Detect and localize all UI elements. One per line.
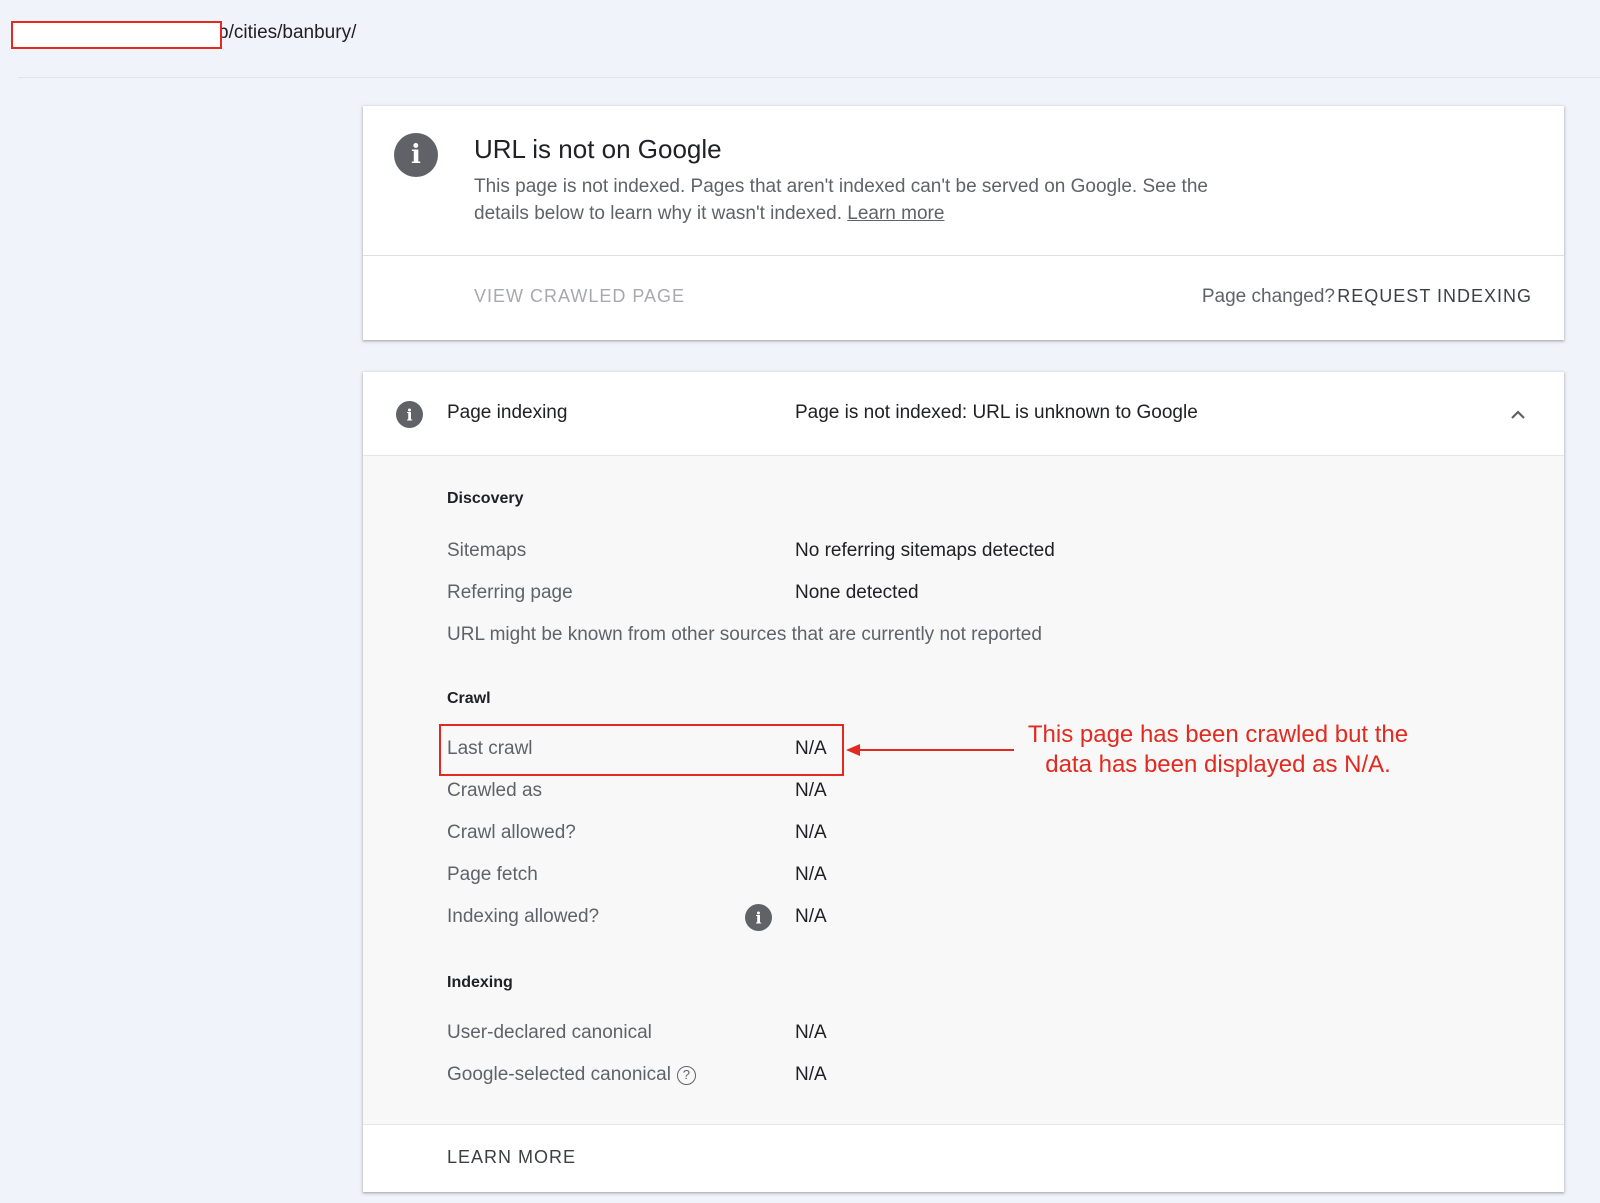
status-description-text: This page is not indexed. Pages that are… bbox=[474, 176, 1208, 224]
indexing-section-title: Indexing bbox=[447, 974, 513, 991]
page-indexing-header[interactable]: i Page indexing Page is not indexed: URL… bbox=[363, 372, 1564, 456]
url-status-card: i URL is not on Google This page is not … bbox=[363, 106, 1564, 340]
url-divider bbox=[18, 77, 1600, 78]
indexing-allowed-info-icon[interactable]: i bbox=[745, 904, 772, 931]
inspected-url: b/cities/banbury/ bbox=[218, 22, 357, 43]
discovery-note: URL might be known from other sources th… bbox=[447, 624, 1042, 645]
referring-page-value: None detected bbox=[795, 582, 919, 603]
url-redaction-box bbox=[11, 21, 222, 49]
info-icon: i bbox=[394, 133, 438, 177]
annotation-arrow bbox=[846, 744, 1014, 756]
status-summary: i URL is not on Google This page is not … bbox=[363, 106, 1564, 255]
discovery-section-title: Discovery bbox=[447, 490, 524, 507]
google-selected-canonical-text: Google-selected canonical bbox=[447, 1064, 671, 1085]
page-fetch-value: N/A bbox=[795, 864, 827, 885]
user-declared-canonical-value: N/A bbox=[795, 1022, 827, 1043]
status-actions: VIEW CRAWLED PAGE Page changed? REQUEST … bbox=[363, 256, 1564, 340]
status-description: This page is not indexed. Pages that are… bbox=[474, 173, 1254, 227]
annotation-highlight-box bbox=[439, 724, 844, 776]
request-indexing-button[interactable]: REQUEST INDEXING bbox=[1337, 286, 1532, 307]
page-indexing-footer: LEARN MORE bbox=[363, 1124, 1564, 1192]
page-indexing-label: Page indexing bbox=[447, 402, 568, 423]
sitemaps-value: No referring sitemaps detected bbox=[795, 540, 1055, 561]
page-indexing-details: Discovery Sitemaps No referring sitemaps… bbox=[363, 456, 1564, 1124]
crawl-allowed-value: N/A bbox=[795, 822, 827, 843]
help-icon[interactable]: ? bbox=[676, 1066, 696, 1085]
chevron-up-icon[interactable] bbox=[1509, 406, 1527, 424]
google-selected-canonical-value: N/A bbox=[795, 1064, 827, 1085]
page-fetch-label: Page fetch bbox=[447, 864, 538, 885]
indexing-allowed-value: N/A bbox=[795, 906, 827, 927]
sitemaps-label: Sitemaps bbox=[447, 540, 527, 561]
info-icon: i bbox=[396, 401, 423, 428]
crawled-as-value: N/A bbox=[795, 780, 827, 801]
user-declared-canonical-label: User-declared canonical bbox=[447, 1022, 652, 1043]
search-console-url-inspection: b/cities/banbury/ i URL is not on Google… bbox=[0, 0, 1600, 1203]
url-bar: b/cities/banbury/ bbox=[0, 0, 1600, 78]
page-indexing-card: i Page indexing Page is not indexed: URL… bbox=[363, 372, 1564, 1192]
annotation-text: This page has been crawled but the data … bbox=[1027, 721, 1409, 778]
status-title: URL is not on Google bbox=[474, 134, 722, 164]
learn-more-link[interactable]: Learn more bbox=[847, 203, 944, 224]
crawl-allowed-label: Crawl allowed? bbox=[447, 822, 576, 843]
view-crawled-page-button[interactable]: VIEW CRAWLED PAGE bbox=[474, 286, 685, 307]
page-changed-label: Page changed? bbox=[1201, 286, 1335, 307]
crawled-as-label: Crawled as bbox=[447, 780, 543, 801]
google-selected-canonical-label: Google-selected canonical? bbox=[447, 1064, 696, 1086]
indexing-allowed-label: Indexing allowed? bbox=[447, 906, 600, 927]
learn-more-button[interactable]: LEARN MORE bbox=[447, 1147, 576, 1168]
referring-page-label: Referring page bbox=[447, 582, 573, 603]
crawl-section-title: Crawl bbox=[447, 690, 491, 707]
page-indexing-status: Page is not indexed: URL is unknown to G… bbox=[795, 402, 1198, 423]
